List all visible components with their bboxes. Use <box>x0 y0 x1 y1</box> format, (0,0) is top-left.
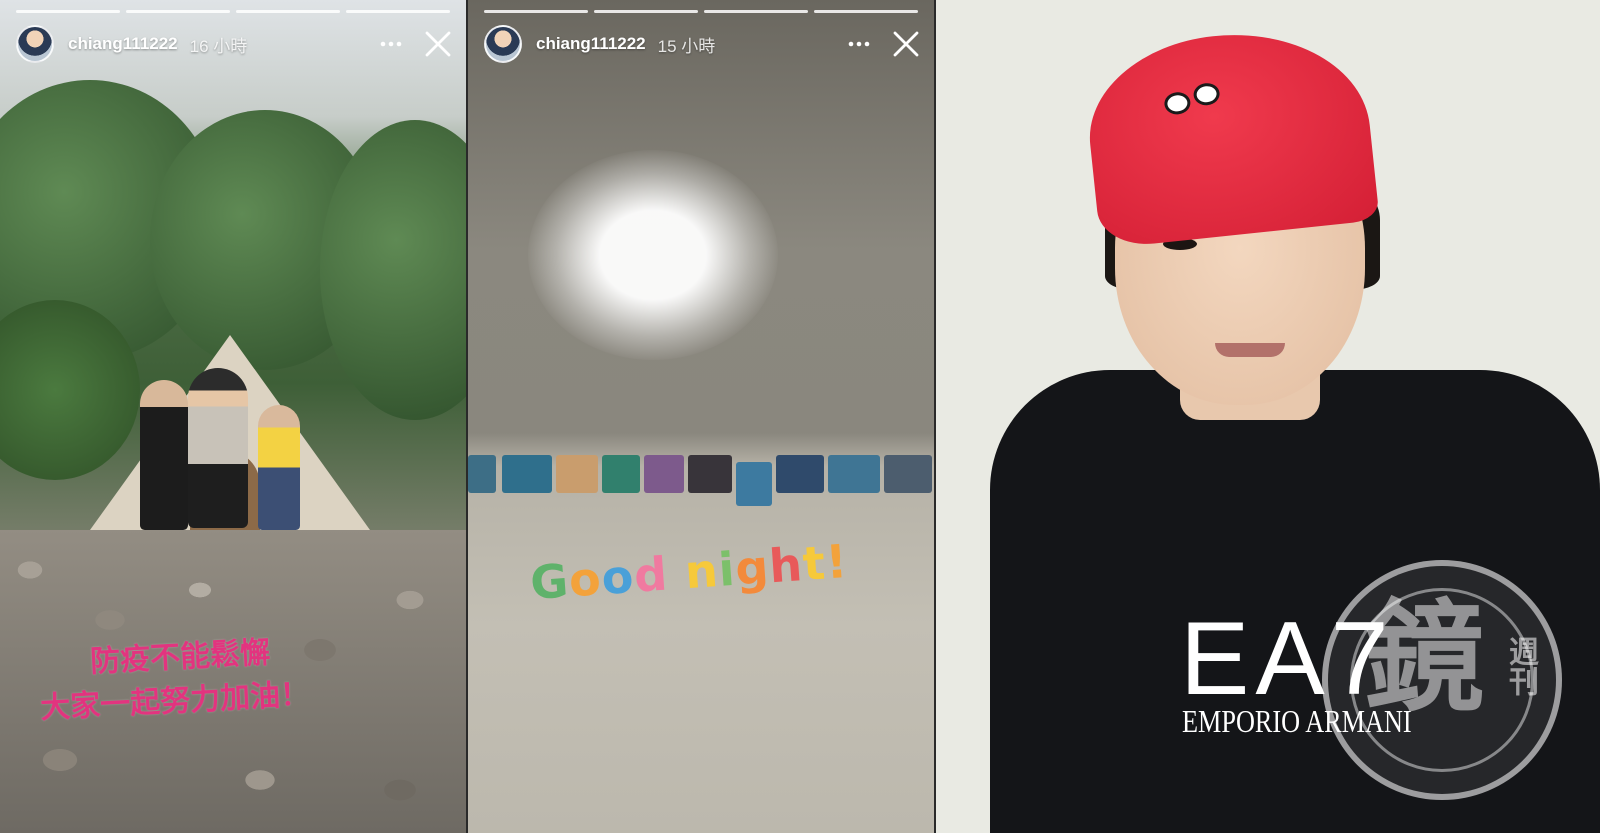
progress-segment <box>814 10 918 13</box>
more-horizontal-icon[interactable] <box>376 29 406 59</box>
sticker-letter: n <box>683 542 721 600</box>
progress-segment <box>594 10 698 13</box>
progress-segment <box>346 10 450 13</box>
ceiling-lamp <box>528 150 778 360</box>
close-icon[interactable] <box>422 28 454 60</box>
sticker-letter: G <box>528 553 571 611</box>
kids-drawing <box>828 455 880 493</box>
kids-drawing <box>502 455 552 493</box>
username[interactable]: chiang111222 <box>536 34 646 54</box>
progress-segment <box>16 10 120 13</box>
kids-drawing <box>884 455 932 493</box>
story-progress-bar <box>16 10 450 13</box>
kids-drawing <box>688 455 732 493</box>
kids-drawing <box>644 455 684 493</box>
sticker-letter: o <box>567 551 604 608</box>
kids-drawing <box>468 455 496 493</box>
sticker-letter: ! <box>823 533 850 590</box>
story-header: chiang111222 15 小時 <box>484 24 922 64</box>
sticker-letter: d <box>632 546 670 603</box>
more-horizontal-icon[interactable] <box>844 29 874 59</box>
sticker-letter: o <box>599 548 637 606</box>
timestamp: 15 小時 <box>657 36 716 56</box>
magazine-watermark: 鏡 週刊 <box>1322 560 1562 800</box>
story-header: chiang111222 16 小時 <box>16 24 454 64</box>
progress-segment <box>704 10 808 13</box>
kids-drawing <box>776 455 824 493</box>
username[interactable]: chiang111222 <box>68 34 178 54</box>
avatar[interactable] <box>16 25 54 63</box>
watermark-side-text: 週刊 <box>1504 636 1537 696</box>
person-child-right <box>258 405 300 530</box>
progress-segment <box>484 10 588 13</box>
story-panel-goodnight[interactable]: Good night! chiang111222 15 小時 <box>468 0 934 833</box>
good-night-sticker: Good night! <box>529 534 850 610</box>
sticker-letter: h <box>767 537 805 594</box>
story-panel-camping[interactable]: 防疫不能鬆懈 大家一起努力加油！ chiang111222 16 小時 <box>0 0 466 833</box>
progress-segment <box>126 10 230 13</box>
avatar[interactable] <box>484 25 522 63</box>
kids-drawing <box>736 462 772 506</box>
timestamp: 16 小時 <box>189 36 248 56</box>
cap-eye-icon <box>1192 81 1221 107</box>
story-progress-bar <box>484 10 918 13</box>
person-adult <box>188 368 248 528</box>
progress-segment <box>236 10 340 13</box>
watermark-glyph: 鏡 <box>1364 587 1484 728</box>
close-icon[interactable] <box>890 28 922 60</box>
kids-drawing <box>556 455 598 493</box>
person-child-left <box>140 380 188 530</box>
cap-eye-icon <box>1163 91 1192 116</box>
sticker-letter: g <box>733 539 772 596</box>
kids-drawing <box>602 455 640 493</box>
mouth <box>1215 343 1285 357</box>
